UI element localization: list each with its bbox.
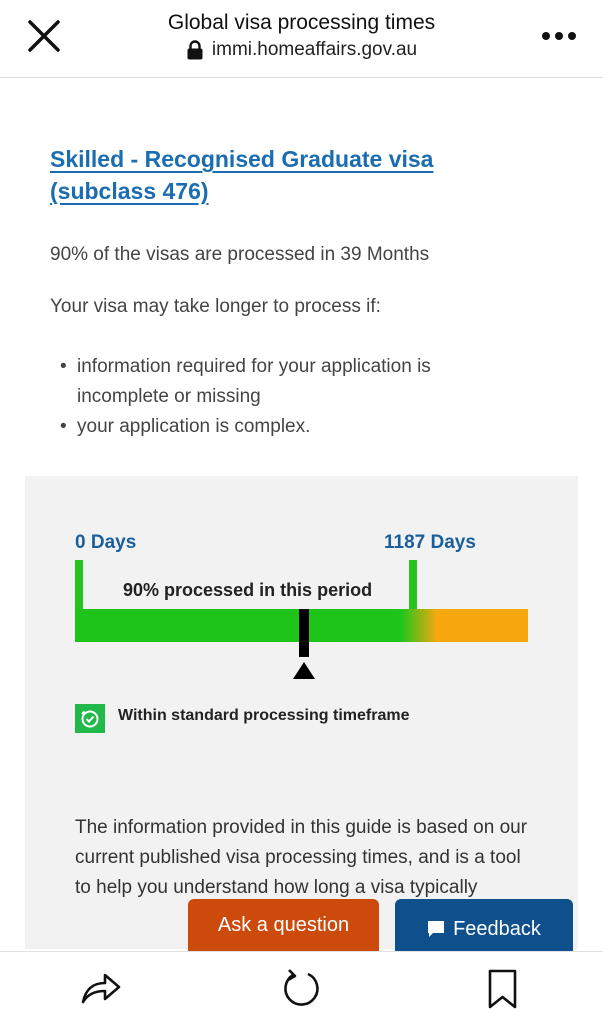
longer-intro: Your visa may take longer to process if: (50, 296, 381, 317)
bottom-navigation (0, 951, 603, 1024)
list-item: information required for your applicatio… (60, 352, 500, 412)
period-label: 90% processed in this period (123, 580, 373, 600)
comment-icon (428, 921, 445, 937)
bookmark-button[interactable] (481, 966, 525, 1010)
timeline-start-tick (75, 560, 83, 610)
processed-text: 90% of the visas are processed in 39 Mon… (50, 244, 430, 265)
reasons-list: information required for your applicatio… (60, 352, 500, 442)
page-url: immi.homeaffairs.gov.au (211, 39, 418, 60)
feedback-label: Feedback (453, 917, 541, 940)
bookmark-icon (488, 969, 517, 1009)
page-title: Global visa processing times (167, 11, 436, 34)
visa-title-link[interactable]: Skilled - Recognised Graduate visa (subc… (50, 143, 470, 207)
more-options-icon (542, 32, 550, 40)
header-titles: Global visa processing times immi.homeaf… (120, 10, 483, 61)
timeline-end-label: 1187 Days (384, 532, 476, 553)
reload-icon (284, 969, 319, 1006)
reload-button[interactable] (279, 966, 323, 1010)
url-row: immi.homeaffairs.gov.au (120, 39, 483, 61)
status-text: Within standard processing timeframe (118, 707, 410, 724)
marker-triangle-icon (293, 662, 315, 679)
timeline-start-label: 0 Days (75, 532, 137, 553)
feedback-button[interactable]: Feedback (395, 899, 573, 953)
share-button[interactable] (78, 966, 122, 1010)
processing-panel: 0 Days 1187 Days 90% processed in this p… (25, 476, 578, 949)
timeline-marker (299, 609, 309, 657)
list-item: your application is complex. (60, 412, 500, 442)
more-options-button[interactable] (539, 26, 579, 46)
clock-check-icon (75, 704, 105, 733)
ask-question-button[interactable]: Ask a question (188, 899, 379, 951)
browser-header: Global visa processing times immi.homeaf… (0, 0, 603, 78)
page-content: Skilled - Recognised Graduate visa (subc… (0, 79, 603, 949)
close-button[interactable] (24, 16, 64, 56)
close-icon (28, 20, 60, 52)
timeline-end-tick (409, 560, 417, 610)
share-icon (81, 973, 121, 1004)
lock-icon (187, 40, 203, 60)
info-paragraph: The information provided in this guide i… (75, 817, 528, 898)
